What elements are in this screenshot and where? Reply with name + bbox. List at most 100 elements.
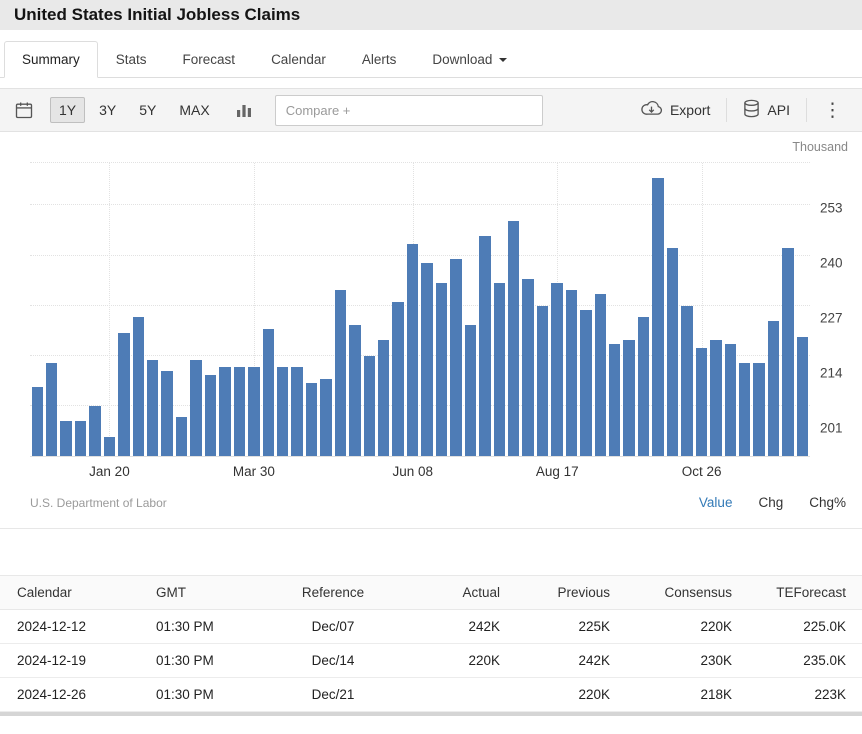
tab-summary[interactable]: Summary [4,41,98,78]
chart-bar [291,367,302,456]
chart-card: Thousand Jan 20Mar 30Jun 08Aug 17Oct 26 … [0,132,862,529]
chart-bar [161,371,172,456]
chart-bar [537,306,548,456]
table-cell: 235.0K [748,644,862,678]
chart-bar [551,283,562,456]
table-cell: 225K [516,610,626,644]
range-button-max[interactable]: MAX [170,97,218,123]
tab-label: Summary [22,52,80,67]
mode-value[interactable]: Value [699,495,733,510]
table-cell [408,678,516,712]
calendar-icon[interactable] [14,100,34,120]
y-tick-label: 253 [820,201,843,216]
api-label: API [767,102,790,118]
chart-bar [609,344,620,456]
range-selector: 1Y3Y5YMAX [50,97,219,123]
table-cell: 220K [626,610,748,644]
table-cell: Dec/07 [258,610,408,644]
chart-bar [263,329,274,456]
bottom-scrollbar[interactable] [0,712,862,716]
table-cell: 220K [516,678,626,712]
table-cell: 223K [748,678,862,712]
database-icon [743,99,760,121]
cloud-download-icon [640,99,663,121]
chart-bar [725,344,736,456]
chart-bar [133,317,144,456]
x-axis: Jan 20Mar 30Jun 08Aug 17Oct 26 [30,457,810,483]
tab-alerts[interactable]: Alerts [344,41,415,78]
chart-bar [176,417,187,456]
tab-calendar[interactable]: Calendar [253,41,344,78]
chart-bar [465,325,476,456]
mode-chg[interactable]: Chg [758,495,783,510]
chart-bar [522,279,533,456]
export-label: Export [670,102,710,118]
tab-stats[interactable]: Stats [98,41,165,78]
chart-bar [335,290,346,456]
chart-bar [89,406,100,456]
chart-bar [566,290,577,456]
chart-bar [234,367,245,456]
toolbar-divider [806,98,807,122]
chart-bar [60,421,71,456]
chart-bar [768,321,779,456]
range-button-5y[interactable]: 5Y [130,97,165,123]
chart-plot[interactable] [30,162,810,457]
chart-bars[interactable] [30,163,810,456]
y-tick-label: 240 [820,256,843,271]
chart-bar [753,363,764,456]
table-cell: 230K [626,644,748,678]
calendar-table: CalendarGMTReferenceActualPreviousConsen… [0,575,862,712]
chart-bar [623,340,634,456]
table-cell: 225.0K [748,610,862,644]
table-cell: 242K [408,610,516,644]
table-cell: 242K [516,644,626,678]
page-header: United States Initial Jobless Claims [0,0,862,30]
table-cell: 01:30 PM [140,610,258,644]
tab-bar: Summary StatsForecastCalendarAlertsDownlo… [0,30,862,78]
tab-download[interactable]: Download [414,41,525,78]
api-button[interactable]: API [737,99,796,121]
chart-bar [797,337,808,457]
kebab-menu-icon[interactable]: ⋮ [817,101,848,120]
range-button-3y[interactable]: 3Y [90,97,125,123]
table-row: 2024-12-1901:30 PMDec/14220K242K230K235.… [0,644,862,678]
chart-bar [248,367,259,456]
chart-bar [306,383,317,456]
chart-bar [421,263,432,456]
chart-bar [277,367,288,456]
y-axis: 201214227240253 [810,162,862,483]
x-tick-label: Jun 08 [392,464,433,479]
chart-bar [118,333,129,456]
column-header-consensus: Consensus [626,576,748,610]
range-button-1y[interactable]: 1Y [50,97,85,123]
table-body: 2024-12-1201:30 PMDec/07242K225K220K225.… [0,610,862,712]
page-title: United States Initial Jobless Claims [14,5,300,25]
chart-bar [407,244,418,456]
chart-bar [32,387,43,456]
export-button[interactable]: Export [634,99,716,121]
y-tick-label: 227 [820,311,843,326]
column-header-calendar: Calendar [0,576,140,610]
x-tick-label: Jan 20 [89,464,130,479]
bar-chart-icon[interactable] [235,101,253,119]
chart-bar [508,221,519,456]
table-cell: 2024-12-26 [0,678,140,712]
table-cell: 220K [408,644,516,678]
chart-bar [739,363,750,456]
mode-chg-pct[interactable]: Chg% [809,495,846,510]
chart-bar [710,340,721,456]
data-source-label: U.S. Department of Labor [30,496,167,510]
chart-bar [479,236,490,456]
chart-bar [320,379,331,456]
y-axis-unit: Thousand [0,140,862,154]
calendar-table-section: CalendarGMTReferenceActualPreviousConsen… [0,575,862,712]
compare-input[interactable] [275,95,543,126]
table-cell: 01:30 PM [140,644,258,678]
table-row: 2024-12-1201:30 PMDec/07242K225K220K225.… [0,610,862,644]
y-tick-label: 201 [820,421,843,436]
tab-forecast[interactable]: Forecast [165,41,254,78]
chart-bar [782,248,793,456]
column-header-teforecast: TEForecast [748,576,862,610]
table-cell: 218K [626,678,748,712]
